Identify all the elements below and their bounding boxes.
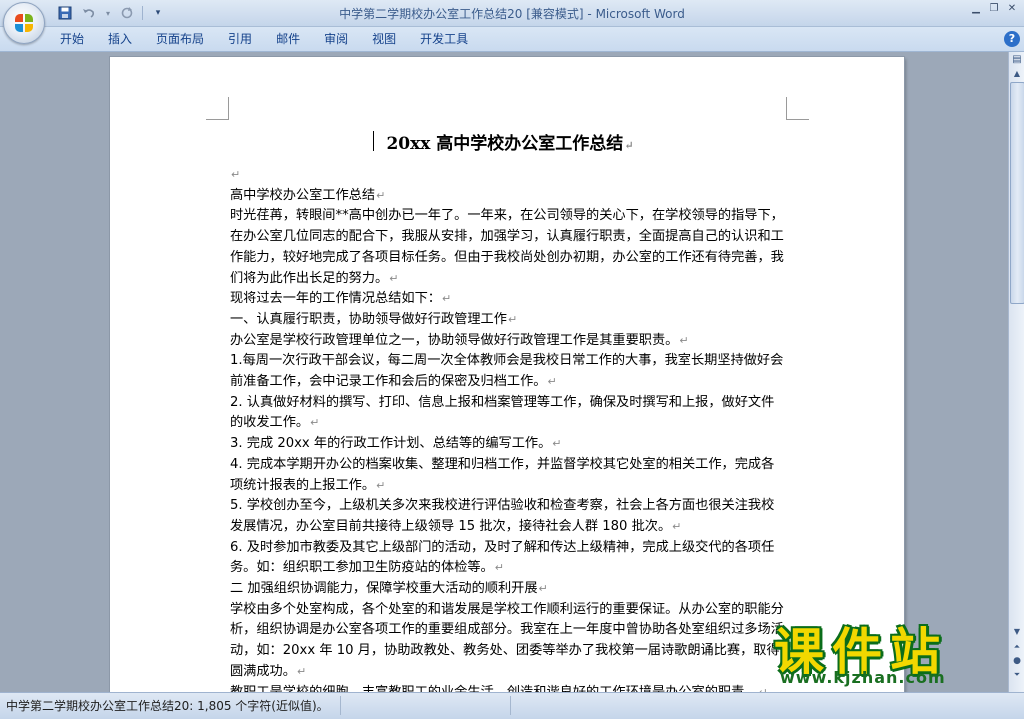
document-workspace: 20xx 高中学校办公室工作总结↵ ↵ 高中学校办公室工作总结↵ 时光荏苒，转眼…	[0, 52, 1008, 700]
tab-review[interactable]: 审阅	[312, 27, 360, 51]
help-icon[interactable]: ?	[1004, 31, 1020, 47]
paragraph-mark-icon: ↵	[310, 416, 320, 430]
paragraph-mark-icon: ↵	[494, 561, 504, 575]
paragraph-mark-icon: ↵	[442, 292, 452, 306]
crop-mark-top-right	[786, 97, 809, 120]
crop-mark-top-left	[206, 97, 229, 120]
paragraph-mark-icon: ↵	[672, 519, 682, 533]
paragraph-mark-icon: ↵	[389, 271, 399, 285]
document-body[interactable]: ↵ 高中学校办公室工作总结↵ 时光荏苒，转眼间**高中创办已一年了。一年来，在公…	[230, 165, 786, 703]
document-heading[interactable]: 20xx 高中学校办公室工作总结↵	[230, 129, 790, 154]
office-button[interactable]	[3, 2, 45, 44]
document-name: 中学第二学期校办公室工作总结20 [兼容模式]	[339, 7, 584, 21]
paragraph-text: 5. 学校创办至今，上级机关多次来我校进行评估验收和检查考察，社会上各方面也很关…	[230, 498, 775, 534]
paragraph-text: 办公室是学校行政管理单位之一，协助领导做好行政管理工作是其重要职责。	[230, 332, 679, 348]
tab-references[interactable]: 引用	[216, 27, 264, 51]
paragraph: 1.每周一次行政干部会议，每二周一次全体教师会是我校日常工作的大事，我室长期坚持…	[230, 351, 786, 392]
title-bar: ▾ ▾ 中学第二学期校办公室工作总结20 [兼容模式] - Microsoft …	[0, 0, 1024, 27]
paragraph-text: 4. 完成本学期开办公的档案收集、整理和归档工作，并监督学校其它处室的相关工作，…	[230, 456, 775, 493]
tab-view[interactable]: 视图	[360, 27, 408, 51]
ribbon: 开始 插入 页面布局 引用 邮件 审阅 视图 开发工具 ?	[0, 27, 1024, 52]
paragraph: 学校由多个处室构成，各个处室的和谐发展是学校工作顺利运行的重要保证。从办公室的职…	[230, 600, 786, 683]
paragraph-mark-icon: ↵	[679, 333, 689, 347]
office-logo-icon	[15, 14, 33, 32]
paragraph-mark-icon: ↵	[296, 664, 307, 678]
restore-icon[interactable]: ❐	[986, 2, 1002, 16]
paragraph-mark-icon: ↵	[547, 375, 557, 389]
paragraph-text: 学校由多个处室构成，各个处室的和谐发展是学校工作顺利运行的重要保证。从办公室的职…	[230, 601, 784, 679]
paragraph-mark-icon: ↵	[624, 139, 634, 152]
paragraph-text: 3. 完成 20xx 年的行政工作计划、总结等的编写工作。	[230, 436, 552, 452]
paragraph: 2. 认真做好材料的撰写、打印、信息上报和档案管理等工作，确保及时撰写和上报，做…	[230, 393, 786, 434]
paragraph-text: 一、认真履行职责，协助领导做好行政管理工作	[230, 311, 507, 327]
close-icon[interactable]: ✕	[1004, 2, 1020, 16]
paragraph: 3. 完成 20xx 年的行政工作计划、总结等的编写工作。↵	[230, 434, 786, 455]
app-name: - Microsoft Word	[583, 7, 685, 21]
paragraph: 一、认真履行职责，协助领导做好行政管理工作↵	[230, 310, 786, 331]
heading-text: 20xx 高中学校办公室工作总结	[386, 134, 624, 154]
paragraph-mark-icon: ↵	[376, 478, 386, 492]
paragraph-text: 1.每周一次行政干部会议，每二周一次全体教师会是我校日常工作的大事，我室长期坚持…	[230, 353, 784, 390]
paragraph-mark-icon: ↵	[231, 168, 241, 181]
paragraph-text: 现将过去一年的工作情况总结如下：	[230, 291, 441, 307]
paragraph-text: 二 加强组织协调能力，保障学校重大活动的顺利开展	[230, 581, 538, 597]
window-controls: ▁ ❐ ✕	[968, 2, 1020, 16]
scroll-thumb[interactable]	[1010, 82, 1024, 304]
next-page-icon[interactable]: ⏷	[1010, 670, 1024, 682]
paragraph-mark-icon: ↵	[552, 437, 562, 451]
window-title: 中学第二学期校办公室工作总结20 [兼容模式] - Microsoft Word	[0, 5, 1024, 22]
status-divider	[340, 696, 341, 715]
paragraph: 5. 学校创办至今，上级机关多次来我校进行评估验收和检查考察，社会上各方面也很关…	[230, 496, 786, 537]
ribbon-tabs: 开始 插入 页面布局 引用 邮件 审阅 视图 开发工具	[48, 27, 480, 51]
ruler-toggle-icon[interactable]: ▤	[1010, 54, 1024, 68]
document-page[interactable]: 20xx 高中学校办公室工作总结↵ ↵ 高中学校办公室工作总结↵ 时光荏苒，转眼…	[110, 57, 904, 700]
tab-insert[interactable]: 插入	[96, 27, 144, 51]
paragraph: 6. 及时参加市教委及其它上级部门的活动，及时了解和传达上级精神，完成上级交代的…	[230, 538, 786, 579]
status-divider	[510, 696, 511, 715]
paragraph: ↵	[230, 165, 786, 186]
browse-object-icon[interactable]: ●	[1010, 656, 1024, 668]
scroll-down-icon[interactable]: ▼	[1010, 627, 1024, 639]
watermark-url: www.kjzhan.com	[780, 668, 946, 687]
tab-developer[interactable]: 开发工具	[408, 27, 480, 51]
status-bar: 中学第二学期校办公室工作总结20: 1,805 个字符(近似值)。	[0, 692, 1024, 719]
paragraph: 办公室是学校行政管理单位之一，协助领导做好行政管理工作是其重要职责。↵	[230, 331, 786, 352]
paragraph: 现将过去一年的工作情况总结如下：↵	[230, 289, 786, 310]
minimize-icon[interactable]: ▁	[968, 2, 984, 16]
paragraph-text: 高中学校办公室工作总结	[230, 187, 376, 203]
watermark-logo: 课件站 www.kjzhan.com	[770, 612, 1010, 692]
paragraph: 高中学校办公室工作总结↵	[230, 186, 786, 207]
previous-page-icon[interactable]: ⏶	[1010, 642, 1024, 654]
tab-page-layout[interactable]: 页面布局	[144, 27, 216, 51]
paragraph-mark-icon: ↵	[376, 188, 386, 202]
paragraph-mark-icon: ↵	[507, 312, 518, 326]
paragraph: 二 加强组织协调能力，保障学校重大活动的顺利开展↵	[230, 579, 786, 600]
tab-home[interactable]: 开始	[48, 27, 96, 51]
tab-mailings[interactable]: 邮件	[264, 27, 312, 51]
paragraph-mark-icon: ↵	[538, 582, 548, 596]
paragraph: 4. 完成本学期开办公的档案收集、整理和归档工作，并监督学校其它处室的相关工作，…	[230, 455, 786, 496]
vertical-scrollbar[interactable]: ▤ ▲ ▼ ⏶ ● ⏷	[1008, 52, 1024, 692]
paragraph-text: 时光荏苒，转眼间**高中创办已一年了。一年来，在公司领导的关心下，在学校领导的指…	[230, 208, 784, 286]
status-word-count[interactable]: 中学第二学期校办公室工作总结20: 1,805 个字符(近似值)。	[6, 697, 329, 714]
scroll-up-icon[interactable]: ▲	[1010, 69, 1024, 81]
paragraph: 时光荏苒，转眼间**高中创办已一年了。一年来，在公司领导的关心下，在学校领导的指…	[230, 206, 786, 289]
